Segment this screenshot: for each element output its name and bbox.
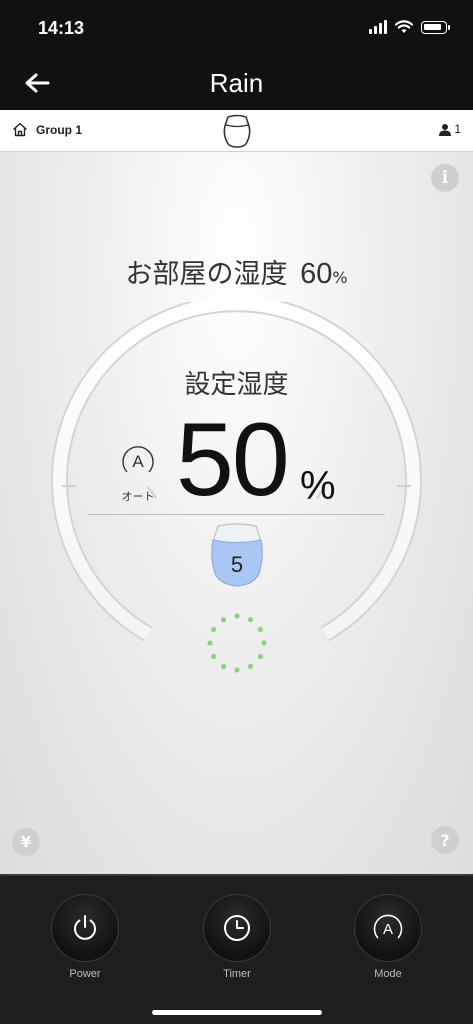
timer-label: Timer [223,968,251,980]
user-count[interactable]: 1 [438,122,461,136]
help-icon: ? [440,830,450,850]
mode-icon-symbol: A [383,921,393,938]
power-button[interactable]: Power [40,894,130,980]
group-bar: Group 1 1 [0,110,473,152]
tank-level-value: 5 [230,552,244,577]
cellular-signal-icon [369,20,387,34]
clock-icon [224,915,250,941]
power-label: Power [69,968,101,980]
battery-icon [421,20,450,34]
bottom-control-bar: Power Timer A Mode [0,874,473,1024]
power-icon [74,915,96,940]
room-humidity-unit: % [332,268,348,287]
mode-button-circle[interactable]: A [354,894,422,962]
auto-mode-indicator[interactable]: A オート [112,442,164,504]
set-humidity-unit: % [300,464,336,508]
info-icon: i [441,168,449,188]
auto-mode-icon: A [122,446,154,473]
main-panel: i お部屋の湿度 60% 設定湿度 A オート 50 % 5 ¥ ? [0,152,473,874]
home-indicator[interactable] [152,1010,322,1015]
user-count-value: 1 [454,122,461,136]
mode-button[interactable]: A Mode [343,894,433,980]
water-tank-indicator: 5 [206,522,268,592]
top-bar: 14:13 Rain [0,0,473,110]
yen-icon: ¥ [20,833,32,851]
auto-mode-symbol: A [132,452,144,471]
status-icons [369,20,450,34]
wifi-icon [395,20,413,33]
dial-divider [88,514,385,515]
home-icon [13,122,27,137]
yen-button[interactable]: ¥ [12,828,40,856]
group-name: Group 1 [36,122,83,137]
timer-button[interactable]: Timer [192,894,282,980]
set-humidity-label: 設定湿度 [184,370,289,400]
mode-label: Mode [374,968,402,980]
room-humidity: お部屋の湿度 60% [0,252,473,291]
loading-dots-icon [207,613,267,673]
set-humidity-value[interactable]: 50 [176,408,290,512]
help-button[interactable]: ? [431,826,459,854]
room-humidity-label: お部屋の湿度 [125,259,288,290]
room-humidity-value: 60 [300,258,333,290]
info-button[interactable]: i [431,164,459,192]
auto-mode-label: オート [121,490,155,503]
timer-button-circle[interactable] [203,894,271,962]
power-button-circle[interactable] [51,894,119,962]
mode-icon: A [373,914,403,939]
page-title: Rain [209,68,264,98]
group-selector[interactable]: Group 1 [12,122,82,137]
humidifier-icon [223,114,251,148]
user-icon [439,123,452,136]
status-time: 14:13 [38,18,85,38]
